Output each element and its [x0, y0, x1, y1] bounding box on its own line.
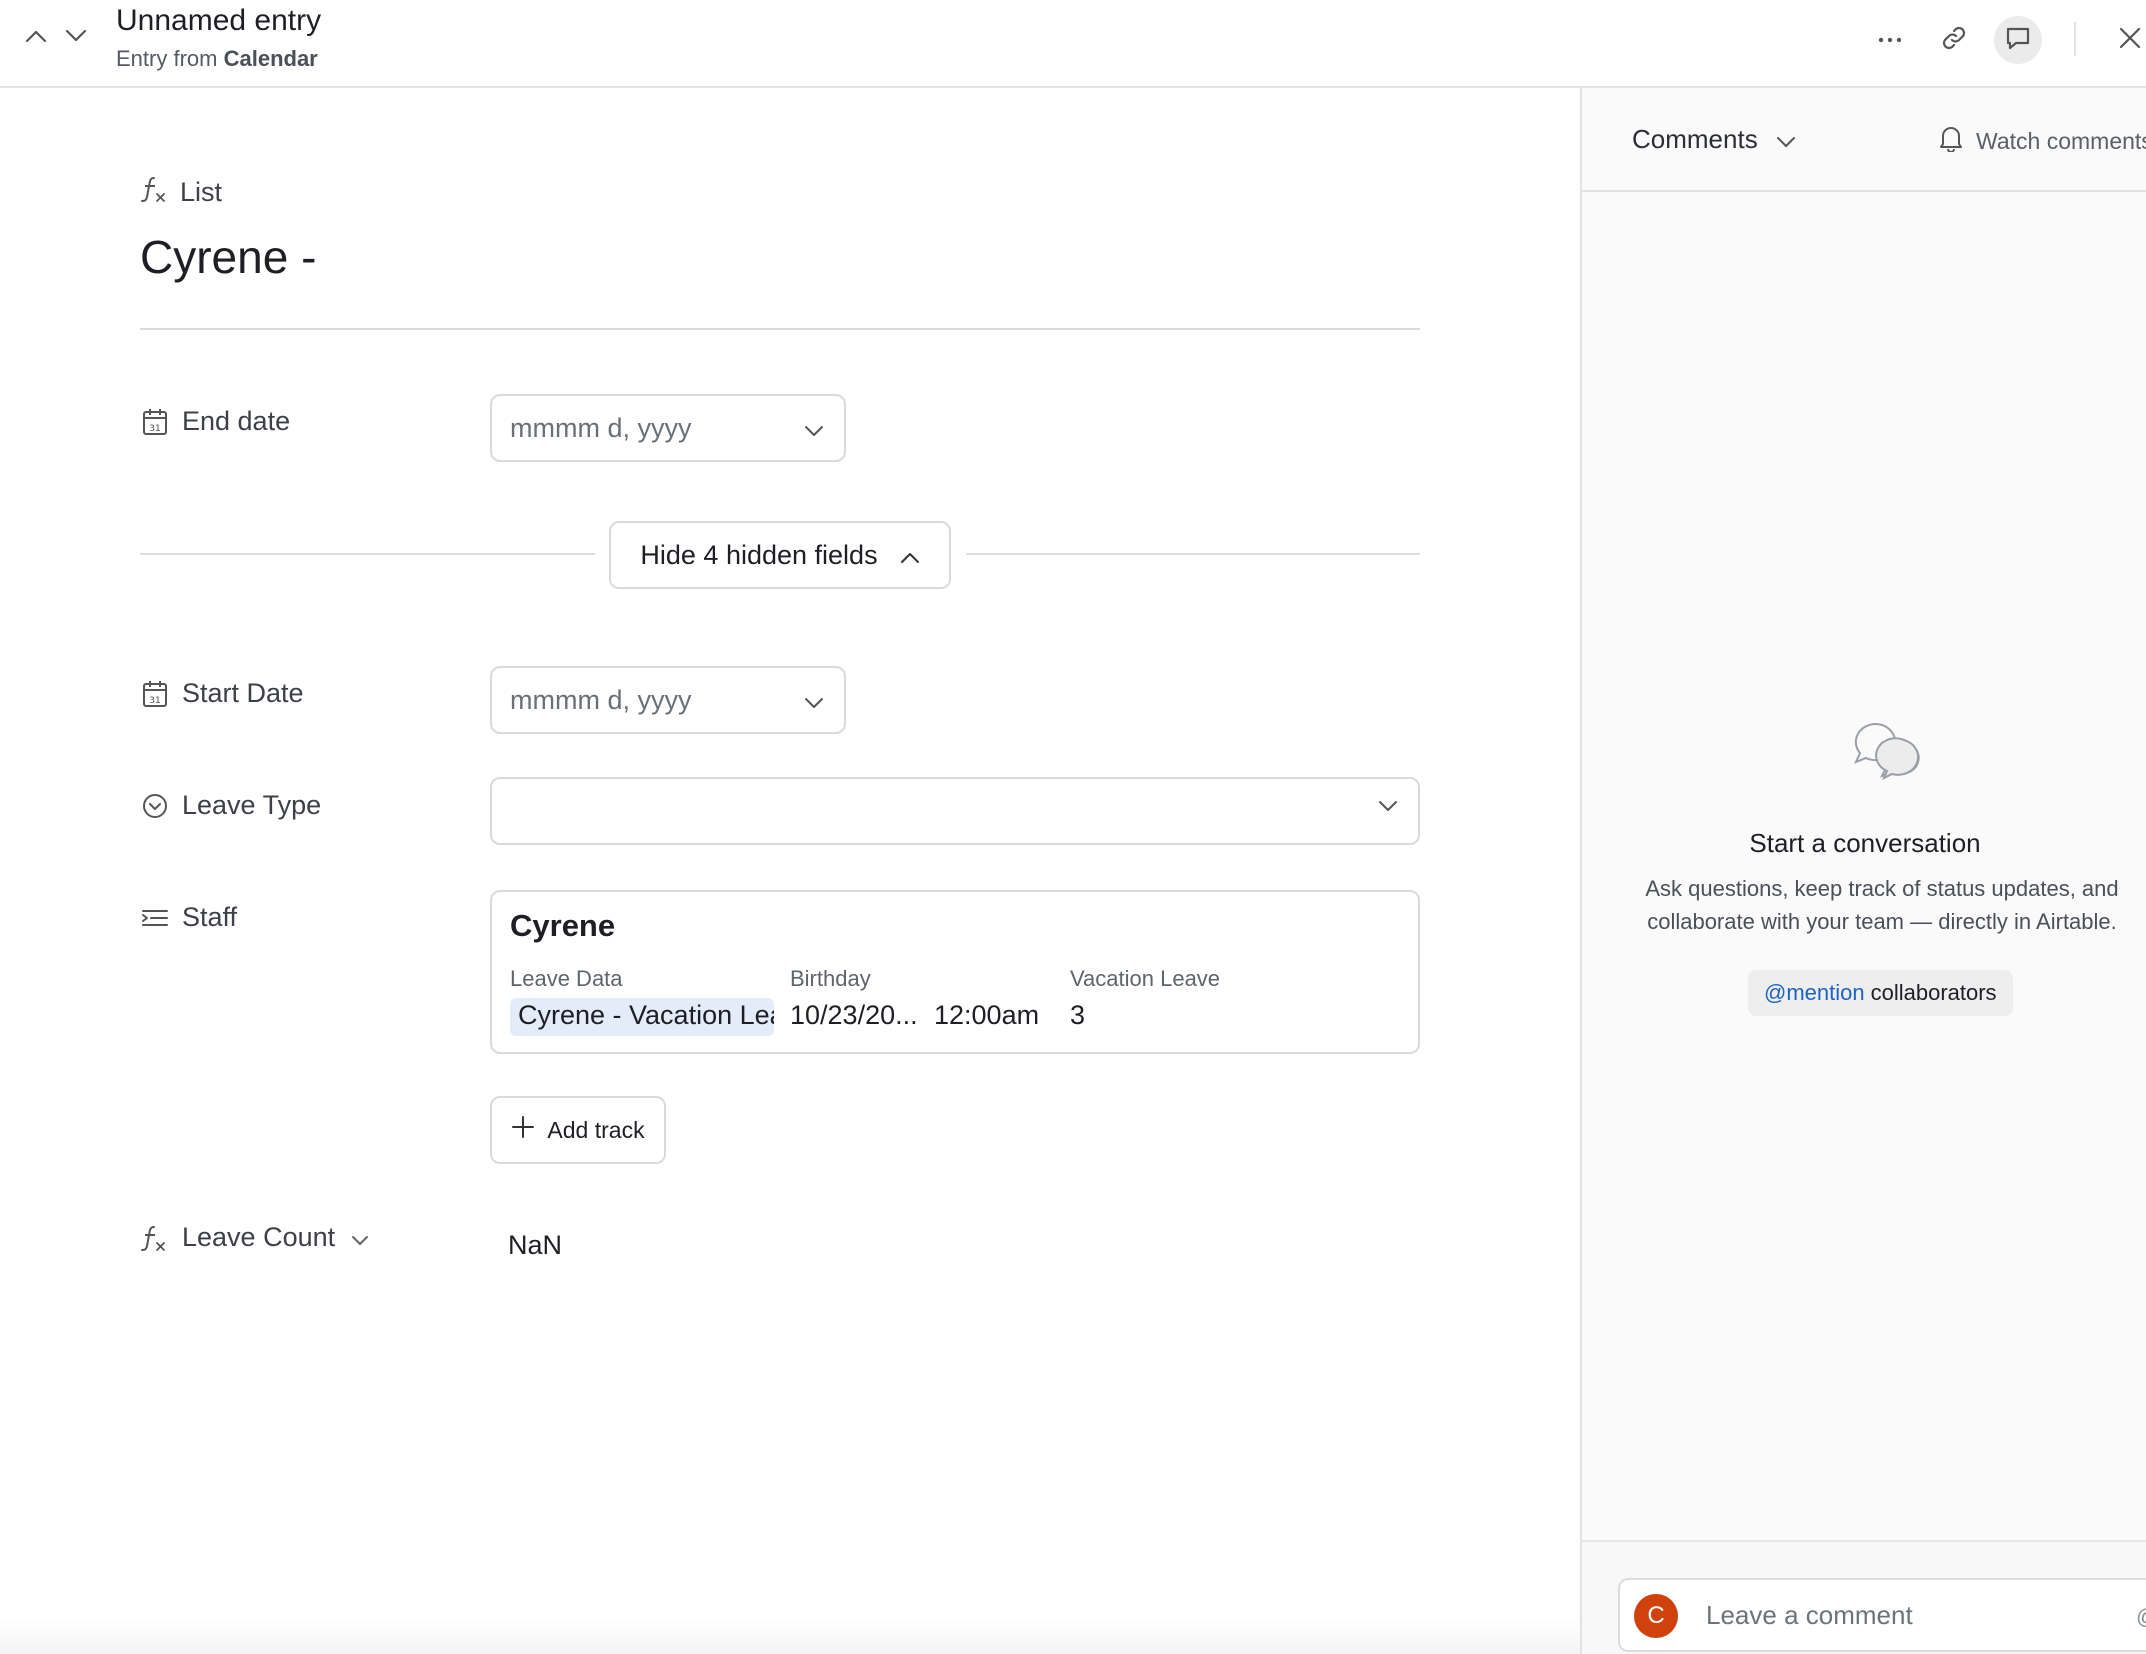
comments-header: Comments Watch comments [1582, 88, 2146, 192]
subtitle-prefix: Entry from [116, 46, 218, 71]
formula-icon [140, 1223, 170, 1253]
calendar-icon: 31 [140, 679, 170, 709]
more-options-button[interactable] [1866, 16, 1914, 64]
record-detail: List Cyrene - 31 End date mmmm d, yyyy H… [0, 90, 1580, 1654]
watch-comments-label: Watch comments [1976, 127, 2146, 154]
more-icon [1877, 31, 1903, 49]
conversation-icon [1852, 720, 1924, 791]
staff-label-text: Staff [182, 902, 238, 932]
vacation-leave-value: 3 [1070, 1000, 1086, 1030]
vacation-leave-header: Vacation Leave [1070, 966, 1221, 991]
linked-record-name: Cyrene [510, 908, 616, 943]
comment-input[interactable]: C Leave a comment @ [1618, 1578, 2146, 1652]
hidden-divider-left [140, 553, 595, 555]
mention-text: collaborators [1870, 980, 1997, 1005]
leave-type-label-text: Leave Type [182, 790, 322, 820]
leave-data-header: Leave Data [510, 966, 623, 991]
start-date-placeholder: mmmm d, yyyy [510, 684, 692, 715]
add-track-label: Add track [547, 1116, 645, 1143]
close-icon [2118, 26, 2142, 55]
single-select-icon [140, 791, 170, 821]
chevron-up-icon [25, 29, 47, 48]
title-divider [140, 328, 1420, 330]
empty-desc-line-1: Ask questions, keep track of status upda… [1645, 876, 2119, 901]
record-header: Unnamed entry Entry from Calendar [0, 0, 2146, 88]
header-divider [2074, 22, 2076, 56]
link-icon [1940, 24, 1968, 57]
leave-data-chip: Cyrene - Vacation Leave [510, 998, 774, 1036]
staff-label: Staff [140, 902, 237, 933]
start-date-label-text: Start Date [182, 678, 304, 708]
linked-record-icon [140, 903, 170, 933]
empty-state-description: Ask questions, keep track of status upda… [1622, 872, 2142, 938]
calendar-icon: 31 [140, 407, 170, 437]
comments-filter-dropdown[interactable]: Comments [1632, 124, 1796, 155]
empty-state-title: Start a conversation [1749, 828, 1981, 858]
comment-icon [2004, 24, 2032, 57]
comment-composer-bar: C Leave a comment @ [1582, 1540, 2146, 1654]
chevron-down-icon [804, 685, 824, 716]
plus-icon [511, 1115, 535, 1145]
hide-hidden-fields-button[interactable]: Hide 4 hidden fields [609, 521, 951, 589]
mention-icon[interactable]: @ [2136, 1604, 2146, 1630]
chevron-down-icon [351, 1222, 369, 1253]
comments-panel: Comments Watch comments Start a conversa… [1580, 88, 2146, 1654]
mention-collaborators-button[interactable]: @mention collaborators [1748, 970, 2013, 1016]
close-button[interactable] [2106, 16, 2146, 64]
birthday-header: Birthday [790, 966, 871, 991]
chevron-up-icon [900, 540, 920, 571]
avatar: C [1634, 1594, 1678, 1638]
record-source: Entry from Calendar [116, 46, 318, 72]
svg-text:31: 31 [149, 696, 160, 706]
hide-hidden-fields-label: Hide 4 hidden fields [640, 539, 878, 570]
add-track-button[interactable]: Add track [490, 1096, 666, 1164]
page-title: Cyrene - [140, 231, 317, 283]
record-title-header: Unnamed entry [116, 4, 322, 37]
end-date-label: 31 End date [140, 406, 290, 437]
linked-record-card[interactable]: Cyrene Leave Data Birthday Vacation Leav… [490, 890, 1420, 1054]
leave-type-label: Leave Type [140, 790, 321, 821]
primary-field-name: List [180, 177, 223, 207]
leave-count-label[interactable]: Leave Count [140, 1222, 369, 1253]
mention-link: @mention [1764, 980, 1865, 1005]
chevron-down-icon [804, 413, 824, 444]
toggle-comments-button[interactable] [1994, 16, 2042, 64]
empty-desc-line-2: collaborate with your team — directly in… [1647, 909, 2117, 934]
end-date-input[interactable]: mmmm d, yyyy [490, 394, 846, 462]
hidden-divider-right [966, 553, 1420, 555]
previous-record-button[interactable] [16, 18, 56, 58]
formula-icon [140, 174, 170, 211]
start-date-label: 31 Start Date [140, 678, 304, 709]
bell-icon [1938, 124, 1964, 158]
copy-link-button[interactable] [1930, 16, 1978, 64]
svg-text:31: 31 [149, 424, 160, 434]
end-date-label-text: End date [182, 406, 291, 436]
next-record-button[interactable] [56, 18, 96, 58]
leave-count-label-text: Leave Count [182, 1222, 336, 1252]
chevron-down-icon [1378, 799, 1398, 817]
leave-type-select[interactable] [490, 777, 1420, 845]
start-date-input[interactable]: mmmm d, yyyy [490, 666, 846, 734]
comment-placeholder: Leave a comment [1706, 1600, 1913, 1630]
watch-comments-button[interactable]: Watch comments [1938, 124, 2146, 158]
birthday-date: 10/23/20... [790, 1000, 918, 1030]
primary-field-label: List [140, 174, 222, 211]
bottom-shade [0, 1618, 1580, 1654]
chevron-down-icon [65, 29, 87, 48]
source-table-link[interactable]: Calendar [224, 46, 318, 71]
birthday-time: 12:00am [934, 1000, 1040, 1030]
comments-title: Comments [1632, 124, 1758, 154]
leave-count-value: NaN [508, 1230, 563, 1260]
chevron-down-icon [1776, 124, 1796, 155]
end-date-placeholder: mmmm d, yyyy [510, 412, 692, 443]
